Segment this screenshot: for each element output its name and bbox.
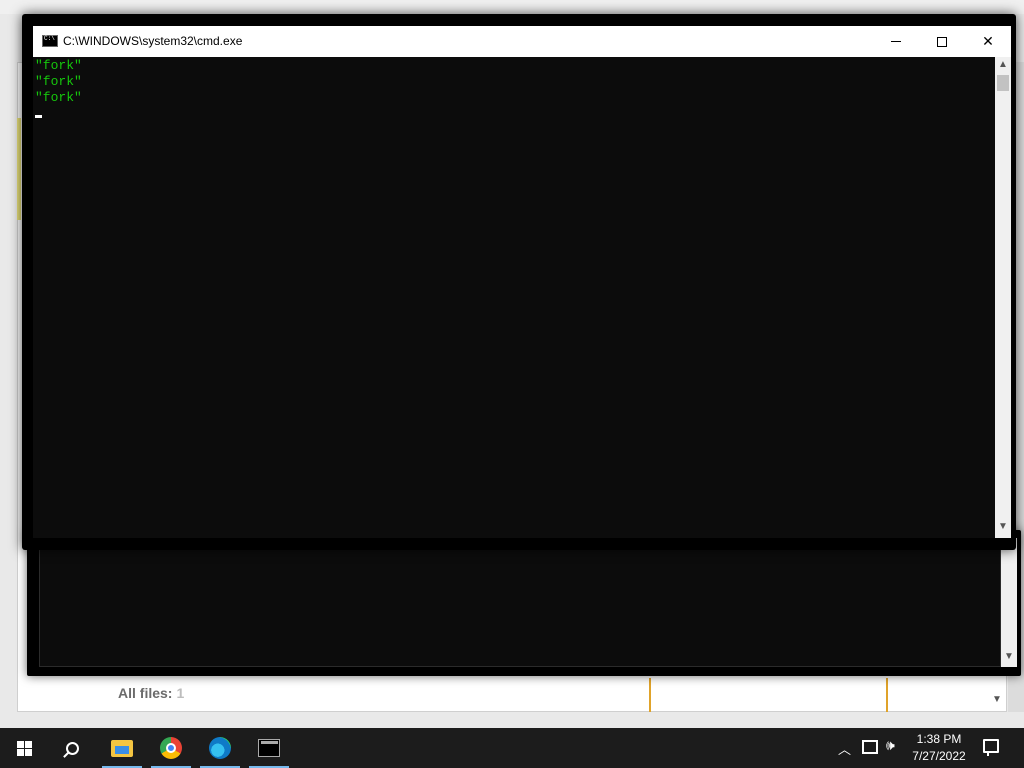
scroll-down-arrow-icon[interactable]: ▼ [998,521,1008,532]
taskbar-command-prompt[interactable] [245,728,293,768]
clock-time: 1:38 PM [916,732,962,746]
taskbar-edge[interactable] [196,728,244,768]
network-icon[interactable] [862,740,878,754]
file-explorer-icon [111,739,133,757]
console-line: "fork" [35,74,82,89]
background-console-scrollbar[interactable] [1001,538,1017,667]
chrome-icon [160,737,182,759]
cmd-window[interactable]: C:\WINDOWS\system32\cmd.exe ✕ "fork" "fo… [33,26,1011,538]
background-highlight [17,118,21,220]
maximize-button[interactable] [919,26,965,57]
show-hidden-icons-chevron-icon[interactable]: ︿ [838,739,851,758]
clock-date: 7/27/2022 [912,749,966,763]
start-button[interactable] [0,728,48,768]
background-console-area[interactable] [39,538,1001,667]
title-bar[interactable]: C:\WINDOWS\system32\cmd.exe ✕ [33,26,1011,57]
column-divider [886,678,888,712]
notifications-icon[interactable] [983,739,999,756]
taskbar-chrome[interactable] [147,728,195,768]
console-line: "fork" [35,90,82,105]
scroll-down-arrow-icon[interactable]: ▼ [1004,651,1014,662]
column-divider [649,678,651,712]
all-files-label: All files: [118,685,173,701]
background-console-window[interactable]: ▼ [27,530,1021,676]
maximize-icon [937,36,947,47]
command-prompt-icon [258,739,280,757]
window-title: C:\WINDOWS\system32\cmd.exe [63,34,243,48]
windows-start-icon [16,740,32,756]
taskbar-file-explorer[interactable] [98,728,146,768]
search-button[interactable] [48,728,96,768]
edge-icon [209,737,231,759]
minimize-icon [891,41,901,42]
system-clock[interactable]: 1:38 PM 7/27/2022 [906,731,972,765]
scroll-down-arrow-icon[interactable]: ▼ [992,694,1002,705]
all-files-summary: All files: 1 [118,685,184,701]
close-button[interactable]: ✕ [965,26,1011,57]
text-cursor [35,115,42,118]
cmd-app-icon[interactable] [42,35,58,47]
console-line: "fork" [35,58,82,73]
volume-icon[interactable]: 🕪 [886,737,895,754]
desktop-top-strip [0,0,1024,14]
console-scrollbar[interactable]: ▲ ▼ [995,57,1011,538]
search-icon [65,741,79,755]
scrollbar-thumb[interactable] [997,75,1009,91]
all-files-count: 1 [176,685,185,701]
minimize-button[interactable] [873,26,919,57]
scroll-up-arrow-icon[interactable]: ▲ [998,59,1008,70]
close-icon: ✕ [982,33,994,49]
taskbar: ︿ 🕪 1:38 PM 7/27/2022 [0,728,1024,768]
console-output[interactable]: "fork" "fork" "fork" [33,57,995,538]
